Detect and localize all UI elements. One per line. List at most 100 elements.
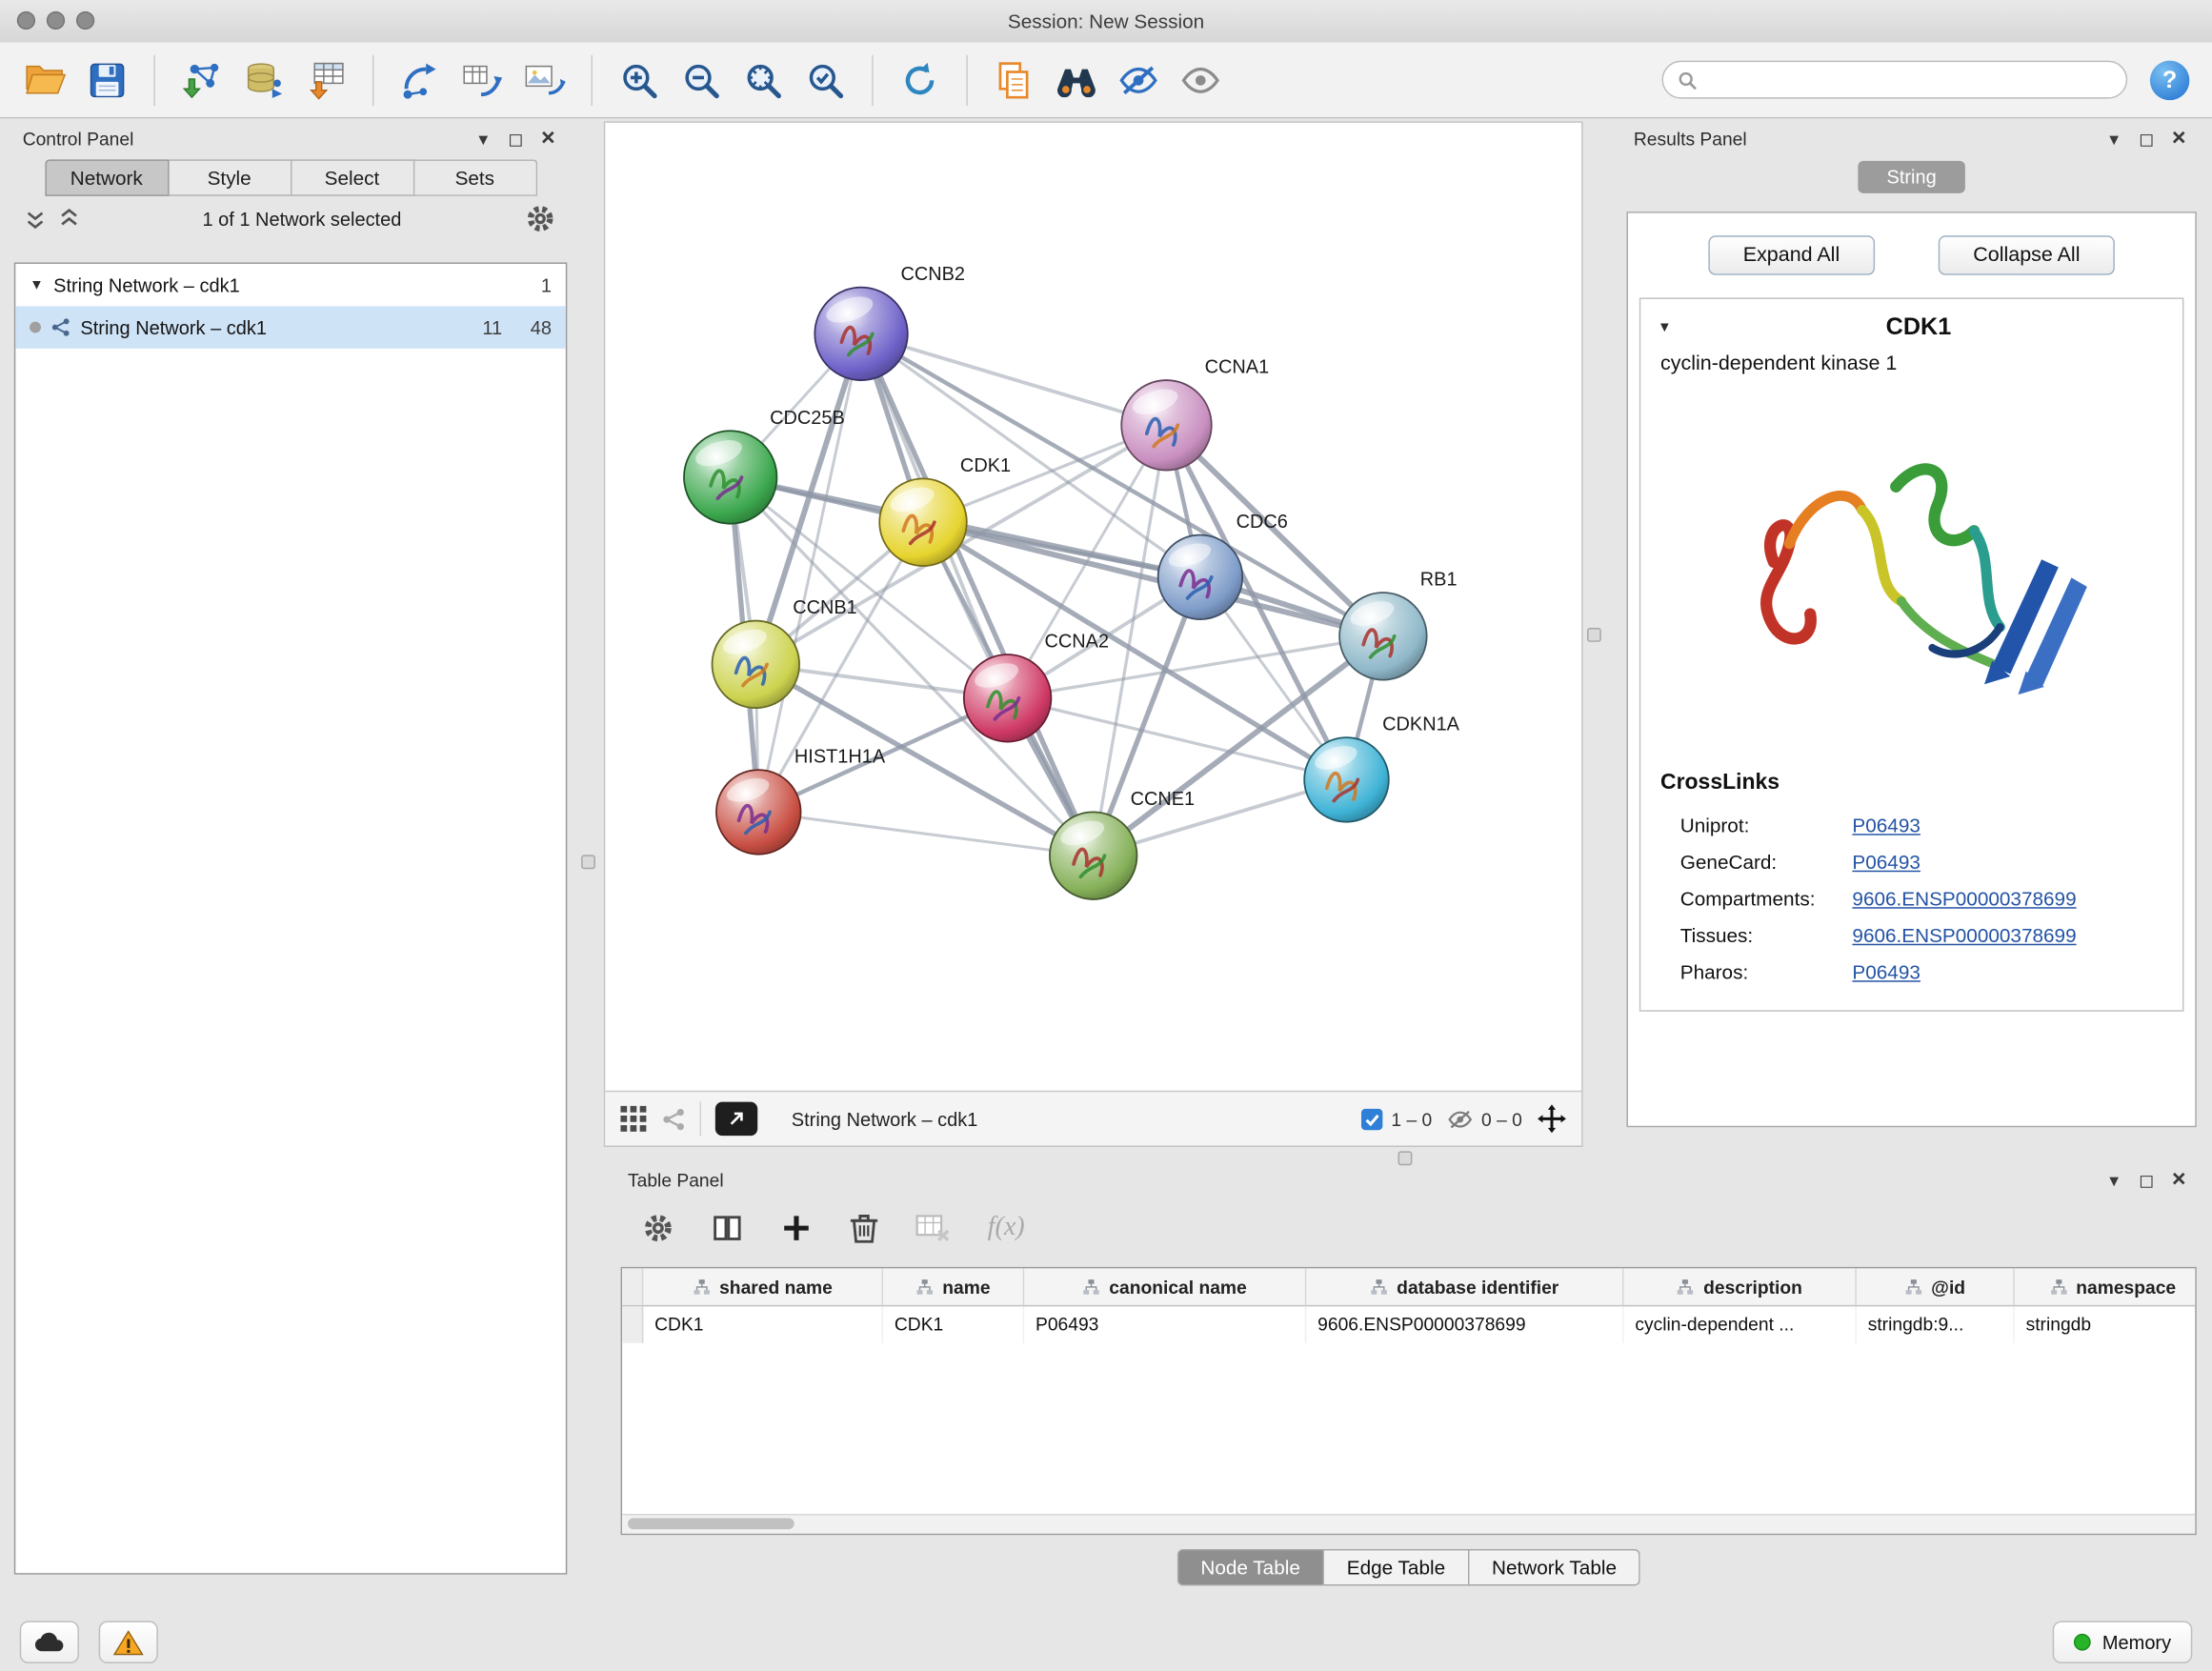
hidden-eye-icon[interactable] bbox=[1446, 1108, 1475, 1129]
function-builder-icon[interactable]: f(x) bbox=[988, 1212, 1025, 1243]
copy-document-button[interactable] bbox=[986, 50, 1042, 110]
grid-view-icon[interactable] bbox=[619, 1105, 648, 1134]
show-all-button[interactable] bbox=[1173, 50, 1229, 110]
float-panel-icon[interactable]: ▾ bbox=[473, 130, 493, 148]
scrollbar-thumb[interactable] bbox=[628, 1518, 794, 1529]
column-header-name[interactable]: name bbox=[883, 1268, 1024, 1305]
collapse-all-button[interactable]: Collapse All bbox=[1938, 235, 2115, 274]
splitter-handle[interactable] bbox=[1398, 1151, 1413, 1165]
column-header-namespace[interactable]: namespace bbox=[2015, 1268, 2197, 1305]
help-button[interactable]: ? bbox=[2150, 60, 2189, 99]
import-table-button[interactable] bbox=[297, 50, 353, 110]
find-button[interactable] bbox=[1048, 50, 1104, 110]
table-cell[interactable]: CDK1 bbox=[883, 1306, 1024, 1343]
string-network-graph[interactable]: CCNB2CCNA1CDC25BCDK1CDC6RB1CCNB1CCNA2CDK… bbox=[605, 123, 1581, 1091]
toolbar-search-field[interactable] bbox=[1662, 61, 2128, 99]
network-node-CDC6[interactable] bbox=[1158, 534, 1243, 619]
delete-table-icon[interactable] bbox=[915, 1213, 951, 1242]
checkbox-icon[interactable] bbox=[1360, 1107, 1384, 1131]
network-node-CDK1[interactable] bbox=[879, 478, 967, 566]
network-node-CDC25B[interactable] bbox=[684, 431, 776, 523]
column-header-description[interactable]: description bbox=[1624, 1268, 1857, 1305]
memory-button[interactable]: Memory bbox=[2053, 1621, 2192, 1663]
network-options-gear-icon[interactable] bbox=[525, 203, 556, 234]
close-panel-icon[interactable]: × bbox=[2168, 1166, 2189, 1190]
network-row[interactable]: String Network – cdk1 11 48 bbox=[15, 306, 566, 348]
table-options-gear-icon[interactable] bbox=[642, 1211, 674, 1243]
column-header-canonical-name[interactable]: canonical name bbox=[1024, 1268, 1306, 1305]
zoom-out-button[interactable] bbox=[673, 50, 729, 110]
maximize-panel-icon[interactable]: ◻ bbox=[505, 130, 526, 148]
tab-node-table[interactable]: Node Table bbox=[1176, 1549, 1324, 1586]
open-session-button[interactable] bbox=[17, 50, 73, 110]
network-node-CCNA2[interactable] bbox=[964, 654, 1052, 742]
close-panel-icon[interactable]: × bbox=[2168, 125, 2189, 149]
cloud-button[interactable] bbox=[20, 1621, 79, 1663]
float-panel-icon[interactable]: ▾ bbox=[2103, 130, 2124, 148]
table-cell[interactable]: stringdb:9... bbox=[1857, 1306, 2015, 1343]
column-header-database-identifier[interactable]: database identifier bbox=[1306, 1268, 1623, 1305]
node-table: shared namenamecanonical namedatabase id… bbox=[621, 1267, 2197, 1535]
save-session-button[interactable] bbox=[79, 50, 135, 110]
network-node-CCNB1[interactable] bbox=[713, 621, 800, 709]
network-collection-row[interactable]: ▼ String Network – cdk1 1 bbox=[15, 264, 566, 306]
expand-all-button[interactable]: Expand All bbox=[1708, 235, 1876, 274]
network-from-selection-button[interactable] bbox=[392, 50, 449, 110]
tab-sets[interactable]: Sets bbox=[414, 159, 537, 196]
crosslink-link[interactable]: P06493 bbox=[1852, 851, 1920, 874]
crosslink-link[interactable]: 9606.ENSP00000378699 bbox=[1852, 924, 2076, 947]
splitter-handle[interactable] bbox=[1587, 628, 1601, 642]
maximize-panel-icon[interactable]: ◻ bbox=[2136, 130, 2157, 148]
zoom-fit-button[interactable] bbox=[735, 50, 792, 110]
import-network-button[interactable] bbox=[173, 50, 230, 110]
network-canvas[interactable]: CCNB2CCNA1CDC25BCDK1CDC6RB1CCNB1CCNA2CDK… bbox=[605, 123, 1581, 1091]
crosslink-link[interactable]: P06493 bbox=[1852, 814, 1920, 836]
import-network-database-button[interactable] bbox=[235, 50, 292, 110]
zoom-selected-button[interactable] bbox=[797, 50, 854, 110]
network-node-CCNB2[interactable] bbox=[814, 288, 907, 380]
add-column-icon[interactable] bbox=[780, 1211, 813, 1243]
crosslink-link[interactable]: 9606.ENSP00000378699 bbox=[1852, 887, 2076, 910]
table-cell[interactable]: stringdb bbox=[2015, 1306, 2197, 1343]
birdseye-view-button[interactable] bbox=[715, 1102, 757, 1137]
table-cell[interactable]: 9606.ENSP00000378699 bbox=[1306, 1306, 1623, 1343]
tab-style[interactable]: Style bbox=[169, 159, 292, 196]
tab-network-table[interactable]: Network Table bbox=[1469, 1549, 1640, 1586]
crosslink-link[interactable]: P06493 bbox=[1852, 960, 1920, 983]
delete-column-icon[interactable] bbox=[850, 1211, 879, 1243]
hide-selected-button[interactable] bbox=[1110, 50, 1166, 110]
zoom-in-button[interactable] bbox=[611, 50, 667, 110]
table-row[interactable]: CDK1CDK1P064939606.ENSP00000378699cyclin… bbox=[622, 1306, 2195, 1343]
close-panel-icon[interactable]: × bbox=[537, 125, 558, 149]
network-node-CCNA1[interactable] bbox=[1121, 380, 1212, 471]
column-header-@id[interactable]: @id bbox=[1857, 1268, 2015, 1305]
float-panel-icon[interactable]: ▾ bbox=[2103, 1170, 2124, 1188]
table-cell[interactable]: CDK1 bbox=[643, 1306, 883, 1343]
section-expander-icon[interactable]: ▼ bbox=[1658, 319, 1672, 334]
network-node-CCNE1[interactable] bbox=[1050, 812, 1137, 899]
pan-move-icon[interactable] bbox=[1537, 1103, 1568, 1135]
network-node-HIST1H1A[interactable] bbox=[716, 770, 801, 855]
tab-edge-table[interactable]: Edge Table bbox=[1324, 1549, 1469, 1586]
expand-all-icon[interactable] bbox=[59, 208, 79, 231]
table-cell[interactable]: P06493 bbox=[1024, 1306, 1306, 1343]
network-node-RB1[interactable] bbox=[1339, 593, 1427, 680]
tab-string[interactable]: String bbox=[1859, 161, 1964, 193]
search-input[interactable] bbox=[1707, 68, 2112, 91]
table-cell[interactable]: cyclin-dependent ... bbox=[1624, 1306, 1857, 1343]
splitter-handle[interactable] bbox=[581, 855, 595, 869]
maximize-panel-icon[interactable]: ◻ bbox=[2136, 1170, 2157, 1188]
warnings-button[interactable] bbox=[99, 1621, 158, 1663]
network-node-CDKN1A[interactable] bbox=[1304, 737, 1389, 822]
collapse-all-icon[interactable] bbox=[26, 208, 46, 231]
network-share-icon-gray[interactable] bbox=[662, 1107, 686, 1131]
collection-expander-icon[interactable]: ▼ bbox=[30, 277, 44, 292]
horizontal-scrollbar[interactable] bbox=[622, 1514, 2195, 1534]
network-from-table-button[interactable] bbox=[454, 50, 511, 110]
tab-network[interactable]: Network bbox=[45, 159, 169, 196]
refresh-layout-button[interactable] bbox=[892, 50, 948, 110]
column-header-shared-name[interactable]: shared name bbox=[643, 1268, 883, 1305]
export-image-button[interactable] bbox=[516, 50, 573, 110]
tab-select[interactable]: Select bbox=[292, 159, 414, 196]
show-columns-icon[interactable] bbox=[711, 1211, 743, 1243]
